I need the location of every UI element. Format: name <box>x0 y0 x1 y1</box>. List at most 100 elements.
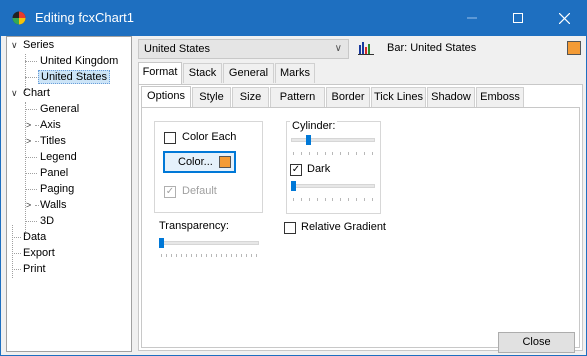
tree-node-united-states[interactable]: United States <box>38 69 111 85</box>
tree-node-axis[interactable]: Axis <box>38 117 63 133</box>
color-button[interactable]: Color... <box>163 151 236 173</box>
tab-label: Size <box>239 91 262 103</box>
color-button-label: Color... <box>178 156 213 168</box>
expand-chevron-icon[interactable]: > <box>26 133 35 149</box>
tree-node-series[interactable]: Series <box>21 37 56 53</box>
transparency-slider-track[interactable] <box>159 241 259 245</box>
tree-node-label: Data <box>23 231 47 243</box>
color-each-checkbox[interactable] <box>164 132 176 144</box>
tree-node-general[interactable]: General <box>38 101 81 117</box>
tab-stack[interactable]: Stack <box>183 63 222 83</box>
color-group: Color Each Color... ✓ Default <box>154 121 263 213</box>
color-each-label: Color Each <box>182 131 237 143</box>
tree-connector <box>25 61 37 62</box>
tab-label: Style <box>199 91 224 103</box>
tree-node-walls[interactable]: Walls <box>38 197 68 213</box>
tree-node-label: Panel <box>40 167 69 179</box>
tree-connector <box>25 157 37 158</box>
tree-node-label: United States <box>38 70 111 84</box>
tree-node-paging[interactable]: Paging <box>38 181 76 197</box>
format-page: Options Style Size Pattern Border Tick L… <box>138 84 583 351</box>
cylinder-label: Cylinder: <box>290 120 338 132</box>
tree-node-data[interactable]: Data <box>21 229 48 245</box>
tree-node-print[interactable]: Print <box>21 261 48 277</box>
dark-checkbox[interactable]: ✓ <box>290 164 302 176</box>
tree-node-united-kingdom[interactable]: United Kingdom <box>38 53 120 69</box>
collapse-chevron-icon[interactable]: ∨ <box>11 37 20 53</box>
tab-label: Format <box>142 66 178 78</box>
cylinder-slider-thumb[interactable] <box>306 135 311 145</box>
close-icon <box>558 12 570 24</box>
tab-style[interactable]: Style <box>192 87 231 107</box>
tree-node-label: Paging <box>40 183 75 195</box>
tab-label: Shadow <box>431 91 471 103</box>
expand-chevron-icon[interactable]: > <box>26 117 35 133</box>
maximize-icon <box>513 13 523 23</box>
series-title: Bar: United States <box>387 42 477 54</box>
tree-node-legend[interactable]: Legend <box>38 149 79 165</box>
close-window-button[interactable] <box>541 0 587 36</box>
editor-tree[interactable]: ∨ Series United Kingdom United States ∨ … <box>6 36 132 352</box>
tab-label: Pattern <box>279 91 316 103</box>
tab-emboss[interactable]: Emboss <box>476 87 524 107</box>
tree-connector <box>25 77 37 78</box>
tree-connector <box>25 109 37 110</box>
tab-pattern[interactable]: Pattern <box>270 87 325 107</box>
tab-shadow[interactable]: Shadow <box>427 87 475 107</box>
cylinder-slider-track[interactable] <box>291 138 375 142</box>
tab-label: Tick Lines <box>373 91 424 103</box>
close-button-label: Close <box>522 336 551 348</box>
tab-format[interactable]: Format <box>138 62 182 84</box>
dark-slider-ticks <box>293 198 373 201</box>
bar-chart-icon <box>358 42 374 55</box>
close-button[interactable]: Close <box>498 332 575 353</box>
tree-connector <box>25 173 37 174</box>
series-dropdown[interactable]: United States ∨ <box>138 39 349 59</box>
collapse-chevron-icon[interactable]: ∨ <box>11 85 20 101</box>
tree-connector <box>25 221 37 222</box>
chevron-down-icon: ∨ <box>334 43 342 54</box>
tree-connector <box>12 225 13 278</box>
editor-window: ∨ Series United Kingdom United States ∨ … <box>0 36 587 356</box>
dark-label: Dark <box>307 163 331 175</box>
tab-options[interactable]: Options <box>141 86 191 108</box>
tree-node-label: Walls <box>40 199 67 211</box>
tree-node-panel[interactable]: Panel <box>38 165 70 181</box>
tab-label: Options <box>147 90 185 102</box>
series-dropdown-value: United States <box>144 43 211 55</box>
color-button-swatch <box>219 156 231 168</box>
cylinder-slider-ticks <box>293 152 373 155</box>
tree-node-titles[interactable]: Titles <box>38 133 68 149</box>
expand-chevron-icon[interactable]: > <box>26 197 35 213</box>
tree-node-3d[interactable]: 3D <box>38 213 56 229</box>
cylinder-group: Cylinder: ✓ Dark <box>286 120 381 214</box>
tree-node-label: 3D <box>40 215 55 227</box>
tree-node-label: Axis <box>40 119 61 131</box>
tree-node-label: General <box>40 103 80 115</box>
tab-label: Stack <box>188 67 217 79</box>
transparency-slider-thumb[interactable] <box>159 238 164 248</box>
dark-slider-thumb[interactable] <box>291 181 296 191</box>
dark-slider-track[interactable] <box>291 184 375 188</box>
tree-node-chart[interactable]: Chart <box>21 85 52 101</box>
tab-label: General <box>228 67 269 79</box>
transparency-slider-ticks <box>161 254 257 257</box>
tree-node-label: Series <box>23 39 55 51</box>
tree-connector <box>12 237 21 238</box>
default-label: Default <box>182 185 217 197</box>
tab-tick-lines[interactable]: Tick Lines <box>371 87 426 107</box>
tree-node-export[interactable]: Export <box>21 245 57 261</box>
tab-border[interactable]: Border <box>326 87 370 107</box>
tree-connector <box>12 269 21 270</box>
tree-connector <box>12 253 21 254</box>
transparency-label: Transparency: <box>159 220 229 232</box>
maximize-button[interactable] <box>495 0 541 36</box>
tab-general[interactable]: General <box>223 63 274 83</box>
series-color-swatch[interactable] <box>567 41 581 55</box>
tab-marks[interactable]: Marks <box>275 63 315 83</box>
default-checkbox: ✓ <box>164 186 176 198</box>
tab-label: Emboss <box>480 91 520 103</box>
relative-gradient-checkbox[interactable] <box>284 222 296 234</box>
tab-size[interactable]: Size <box>232 87 269 107</box>
minimize-button[interactable] <box>449 0 495 36</box>
